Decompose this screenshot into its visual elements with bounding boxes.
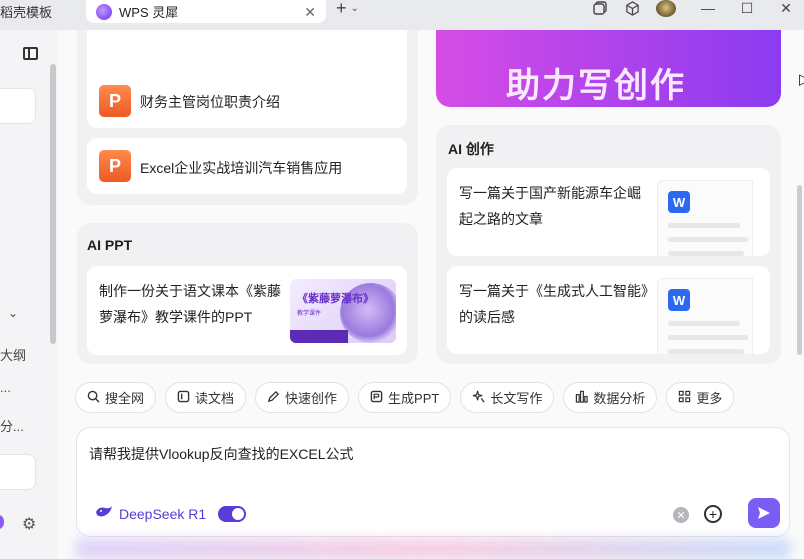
chip-data-analysis[interactable]: 数据分析 (563, 382, 658, 413)
tab-wps-lingxi[interactable]: WPS 灵犀 ✕ (86, 0, 326, 23)
main-content: P 财务主管岗位职责介绍 P Excel企业实战培训汽车销售应用 助力写创作 A… (58, 30, 804, 559)
ai-creation-panel: AI 创作 写一篇关于国产新能源车企崛起之路的文章 W 写一篇关于《生成式人工智… (436, 125, 781, 364)
add-attachment-icon[interactable]: + (704, 505, 722, 523)
gear-icon[interactable]: ⚙ (22, 514, 36, 534)
wps-lingxi-logo-icon (96, 3, 112, 20)
ppt-thumbnail: 《紫藤萝瀑布》 教学课件 (290, 279, 396, 343)
chart-icon (575, 390, 589, 406)
plus-icon: + (336, 0, 347, 18)
doc-line (668, 237, 748, 242)
thumbnail-bar (290, 330, 348, 343)
thumbnail-title: 《紫藤萝瀑布》 (297, 293, 374, 305)
main-scrollbar[interactable] (797, 185, 802, 355)
window-restore-icon[interactable] (592, 0, 608, 16)
sidebar-item-fen[interactable]: 分... (0, 416, 24, 435)
chip-read-doc[interactable]: 读文档 (165, 382, 247, 413)
list-item[interactable]: P 财务主管岗位职责介绍 (87, 30, 407, 128)
pen-icon (267, 390, 280, 406)
word-file-icon: W (668, 191, 690, 213)
ppt-file-icon: P (99, 85, 131, 117)
chip-quick-create[interactable]: 快速创作 (255, 382, 350, 413)
sidebar-status-dot (0, 515, 4, 529)
read-doc-icon (177, 390, 190, 406)
quick-action-chips: 搜全网 读文档 快速创作 生成PPT 长文写作 数据分析 更多 (75, 382, 735, 413)
deepseek-toggle-switch[interactable] (218, 506, 247, 522)
clear-input-icon[interactable]: ✕ (673, 507, 689, 523)
doc-line (668, 321, 740, 326)
deepseek-model-toggle[interactable]: DeepSeek R1 (95, 505, 247, 523)
sidebar-item-dots[interactable]: ... (0, 380, 11, 395)
mouse-cursor-icon: ▷ (799, 70, 804, 88)
chat-input-box[interactable]: 请帮我提供Vlookup反向查找的EXCEL公式 DeepSeek R1 ✕ + (76, 427, 790, 537)
send-icon (758, 507, 770, 519)
tab-previous-label: 稻壳模板 (0, 4, 53, 20)
ppt-icon (370, 390, 383, 406)
word-file-icon: W (668, 289, 690, 311)
sidebar-toggle-icon[interactable] (23, 47, 38, 60)
chevron-down-icon: ⌄ (350, 3, 359, 14)
chip-more[interactable]: 更多 (666, 382, 735, 413)
chip-label: 长文写作 (490, 391, 543, 406)
doc-line (668, 223, 740, 228)
doc-thumbnail: W (657, 180, 753, 256)
list-item-label: Excel企业实战培训汽车销售应用 (140, 160, 343, 176)
send-button[interactable] (748, 498, 780, 528)
ai-creation-card[interactable]: 写一篇关于《生成式人工智能》的读后感 W (447, 266, 770, 354)
chip-generate-ppt[interactable]: 生成PPT (358, 382, 452, 413)
close-window-icon[interactable]: ✕ (778, 0, 794, 16)
doc-line (668, 349, 744, 354)
sidebar-new-chat-box[interactable] (0, 88, 36, 124)
chip-label: 搜全网 (105, 391, 145, 406)
tab-previous[interactable]: 稻壳模板 (0, 0, 82, 22)
banner-text: 助力写创作 (506, 67, 686, 105)
chip-label: 读文档 (195, 391, 235, 406)
sidebar-bottom-box[interactable] (0, 454, 36, 490)
doc-line (668, 335, 748, 340)
ai-creation-card-text: 写一篇关于《生成式人工智能》的读后感 (459, 283, 648, 325)
chip-search-web[interactable]: 搜全网 (75, 382, 157, 413)
deepseek-whale-icon (95, 505, 113, 523)
grid-icon (678, 390, 691, 406)
doc-line (668, 251, 744, 256)
ai-creation-banner[interactable]: 助力写创作 (436, 30, 781, 107)
chip-long-writing[interactable]: 长文写作 (460, 382, 555, 413)
doc-thumbnail: W (657, 278, 753, 354)
list-item-label: 财务主管岗位职责介绍 (140, 94, 280, 110)
ai-ppt-panel: AI PPT 制作一份关于语文课本《紫藤萝瀑布》教学课件的PPT 《紫藤萝瀑布》… (77, 223, 418, 364)
ai-creation-title: AI 创作 (448, 141, 494, 157)
search-icon (87, 390, 100, 406)
ppt-file-icon: P (99, 150, 131, 182)
recent-ppt-panel: P 财务主管岗位职责介绍 P Excel企业实战培训汽车销售应用 (77, 30, 418, 205)
input-glow (76, 539, 790, 559)
maximize-icon[interactable]: ☐ (739, 0, 755, 16)
chip-label: 快速创作 (285, 391, 338, 406)
user-avatar[interactable] (656, 0, 676, 17)
chat-input-text[interactable]: 请帮我提供Vlookup反向查找的EXCEL公式 (89, 444, 354, 464)
sparkle-icon (472, 390, 485, 406)
chip-label: 数据分析 (593, 391, 646, 406)
chevron-down-icon[interactable]: ⌄ (8, 306, 18, 320)
new-tab-button[interactable]: + ⌄ (336, 0, 359, 18)
sidebar-item-outline[interactable]: 大纲 (0, 345, 26, 364)
chip-label: 更多 (696, 391, 723, 406)
ai-ppt-card-text: 制作一份关于语文课本《紫藤萝瀑布》教学课件的PPT (99, 283, 281, 325)
tab-close-icon[interactable]: ✕ (304, 4, 316, 21)
deepseek-label: DeepSeek R1 (119, 506, 207, 522)
sidebar-scrollbar[interactable] (50, 64, 56, 344)
cube-icon[interactable] (624, 0, 640, 16)
ai-ppt-title: AI PPT (87, 237, 133, 253)
list-item[interactable]: P Excel企业实战培训汽车销售应用 (87, 138, 407, 194)
chip-label: 生成PPT (388, 391, 440, 406)
minimize-icon[interactable]: — (700, 0, 716, 16)
ai-creation-card[interactable]: 写一篇关于国产新能源车企崛起之路的文章 W (447, 168, 770, 256)
left-sidebar: ⌄ 大纲 ... 分... ⚙ (0, 30, 58, 559)
ai-ppt-card[interactable]: 制作一份关于语文课本《紫藤萝瀑布》教学课件的PPT 《紫藤萝瀑布》 教学课件 (87, 266, 407, 355)
ai-creation-card-text: 写一篇关于国产新能源车企崛起之路的文章 (459, 185, 641, 227)
title-bar: 稻壳模板 WPS 灵犀 ✕ + ⌄ — ☐ ✕ (0, 0, 804, 30)
tab-active-label: WPS 灵犀 (119, 5, 179, 20)
thumbnail-subtitle: 教学课件 (297, 311, 322, 317)
